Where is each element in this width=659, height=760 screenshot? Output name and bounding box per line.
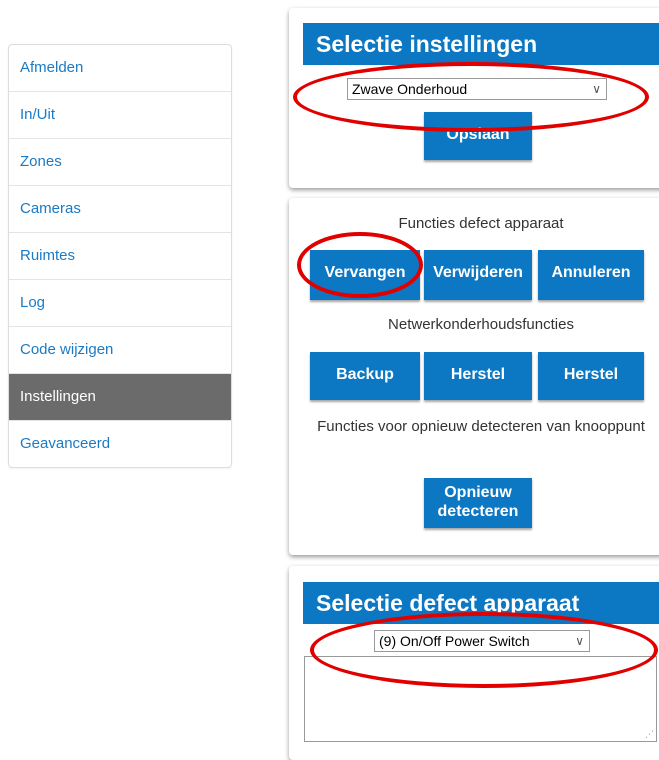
- defect-details-textarea[interactable]: ⋰: [304, 656, 657, 742]
- settings-select[interactable]: Zwave Onderhoud ∨: [347, 78, 607, 100]
- defect-device-select-value: (9) On/Off Power Switch: [379, 633, 530, 649]
- network-functions-label: Netwerkonderhoudsfuncties: [388, 316, 574, 333]
- sidebar-item-zones[interactable]: Zones: [9, 139, 231, 186]
- defect-functions-label: Functies defect apparaat: [398, 215, 564, 232]
- sidebar-item-instellingen[interactable]: Instellingen: [9, 374, 231, 421]
- sidebar-item-in-uit[interactable]: In/Uit: [9, 92, 231, 139]
- defect-device-select[interactable]: (9) On/Off Power Switch ∨: [374, 630, 590, 652]
- sidebar-item-geavanceerd[interactable]: Geavanceerd: [9, 421, 231, 467]
- sidebar-item-code-wijzigen[interactable]: Code wijzigen: [9, 327, 231, 374]
- settings-select-value: Zwave Onderhoud: [352, 81, 468, 97]
- defect-selection-title: Selectie defect apparaat: [303, 582, 659, 624]
- resize-grip-icon[interactable]: ⋰: [645, 729, 654, 740]
- restore-button-2[interactable]: Herstel: [538, 352, 644, 400]
- chevron-down-icon: ∨: [575, 634, 584, 648]
- sidebar-item-cameras[interactable]: Cameras: [9, 186, 231, 233]
- cancel-button[interactable]: Annuleren: [538, 250, 644, 300]
- redetect-functions-label: Functies voor opnieuw detecteren van kno…: [317, 418, 645, 435]
- sidebar-item-log[interactable]: Log: [9, 280, 231, 327]
- selection-settings-title: Selectie instellingen: [303, 23, 659, 65]
- redetect-button[interactable]: Opnieuw detecteren: [424, 478, 532, 528]
- sidebar-item-ruimtes[interactable]: Ruimtes: [9, 233, 231, 280]
- remove-button[interactable]: Verwijderen: [424, 250, 532, 300]
- backup-button[interactable]: Backup: [310, 352, 420, 400]
- sidebar-nav: Afmelden In/Uit Zones Cameras Ruimtes Lo…: [8, 44, 232, 468]
- chevron-down-icon: ∨: [592, 82, 601, 96]
- save-button[interactable]: Opslaan: [424, 112, 532, 160]
- replace-button[interactable]: Vervangen: [310, 250, 420, 300]
- restore-button-1[interactable]: Herstel: [424, 352, 532, 400]
- sidebar-item-afmelden[interactable]: Afmelden: [9, 45, 231, 92]
